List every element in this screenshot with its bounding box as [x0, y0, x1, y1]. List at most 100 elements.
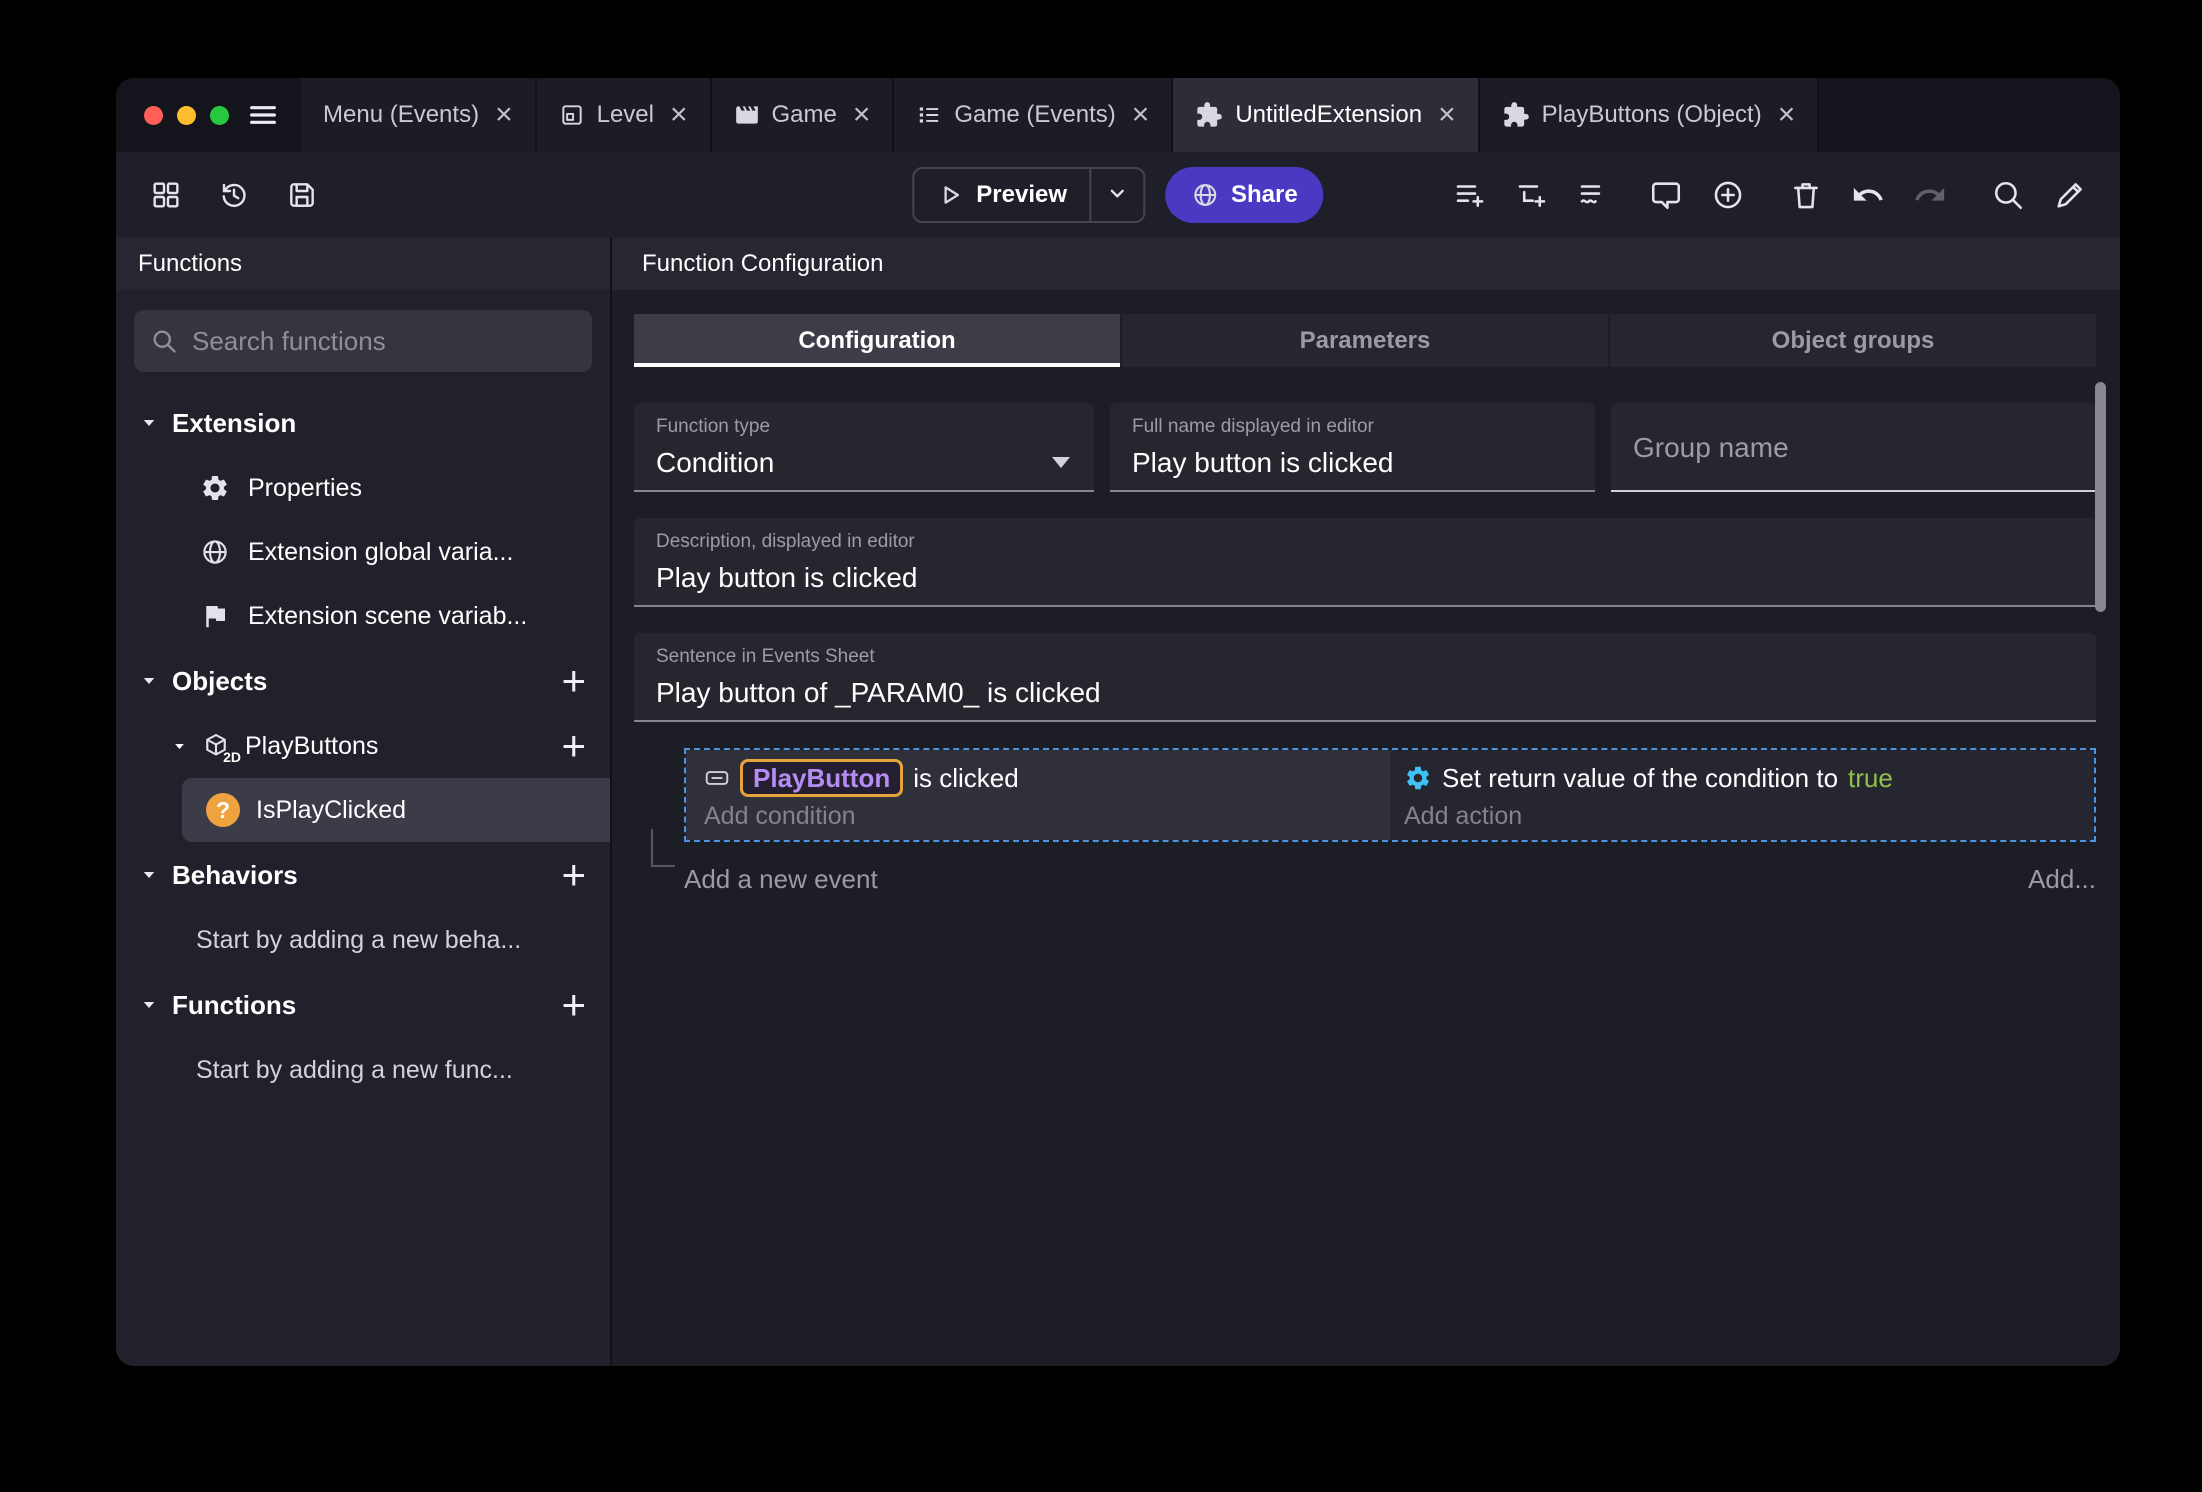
history-icon[interactable] [212, 173, 256, 217]
add-more-button[interactable]: Add... [2028, 864, 2096, 895]
item-label: Extension global varia... [248, 537, 514, 566]
sidebar-item-playbuttons[interactable]: 2D PlayButtons + [116, 714, 610, 778]
field-label: Sentence in Events Sheet [656, 646, 875, 667]
chevron-down-icon[interactable] [140, 996, 158, 1014]
share-label: Share [1231, 181, 1298, 208]
full-name-field[interactable]: Full name displayed in editor Play butto… [1110, 403, 1595, 492]
section-functions[interactable]: Functions + [116, 972, 610, 1038]
field-value: Play button is clicked [656, 562, 918, 593]
add-subevent-icon[interactable] [1510, 173, 1554, 217]
sidebar-header: Functions [116, 238, 610, 290]
section-label: Objects [172, 665, 268, 696]
close-icon[interactable]: × [1132, 100, 1150, 130]
add-circle-icon[interactable] [1706, 173, 1750, 217]
search-functions-box[interactable] [134, 310, 592, 372]
preview-button[interactable]: Preview [912, 167, 1146, 223]
add-object-button[interactable]: + [561, 660, 586, 702]
add-object-function-button[interactable]: + [561, 725, 586, 767]
add-comment-icon[interactable] [1644, 173, 1688, 217]
editor-tabs: Menu (Events) × Level × Game × Game (Eve… [301, 78, 1820, 152]
item-label: Extension scene variab... [248, 601, 528, 630]
tab-configuration[interactable]: Configuration [634, 314, 1122, 367]
save-icon[interactable] [280, 173, 324, 217]
globe-icon [200, 537, 230, 567]
selected-event[interactable]: PlayButton is clicked Add condition Set … [684, 748, 2096, 842]
magic-pen-icon[interactable] [2048, 173, 2092, 217]
section-behaviors[interactable]: Behaviors + [116, 842, 610, 908]
close-icon[interactable]: × [853, 100, 871, 130]
sentence-field[interactable]: Sentence in Events Sheet Play button of … [634, 633, 2096, 722]
project-manager-icon[interactable] [144, 173, 188, 217]
sidebar-item-global-variables[interactable]: Extension global varia... [116, 520, 610, 584]
search-functions-input[interactable] [192, 325, 576, 357]
close-window-button[interactable] [144, 105, 163, 125]
empty-label: Start by adding a new func... [196, 1055, 513, 1084]
sidebar-item-isplayclicked[interactable]: ? IsPlayClicked [182, 778, 610, 842]
event-indent-guide [651, 829, 675, 867]
event-actions[interactable]: Set return value of the condition to tru… [1390, 750, 2094, 840]
movie-icon [734, 102, 760, 128]
vertical-scrollbar[interactable] [2095, 382, 2106, 612]
sidebar-item-scene-variables[interactable]: Extension scene variab... [116, 584, 610, 648]
event-conditions[interactable]: PlayButton is clicked Add condition [686, 750, 1390, 840]
field-placeholder: Group name [1633, 431, 1789, 463]
object-2d-icon: 2D [201, 731, 241, 765]
tab-menu-events[interactable]: Menu (Events) × [301, 78, 537, 152]
trash-icon[interactable] [1784, 173, 1828, 217]
add-condition-link[interactable]: Add condition [704, 802, 856, 831]
undo-icon[interactable] [1846, 173, 1890, 217]
functions-empty-state[interactable]: Start by adding a new func... [116, 1038, 610, 1102]
tab-playbuttons-object[interactable]: PlayButtons (Object) × [1479, 78, 1820, 152]
field-label: Description, displayed in editor [656, 531, 915, 552]
chevron-down-icon[interactable] [140, 414, 158, 432]
behaviors-empty-state[interactable]: Start by adding a new beha... [116, 908, 610, 972]
share-button[interactable]: Share [1165, 167, 1324, 223]
close-icon[interactable]: × [670, 100, 688, 130]
tab-parameters[interactable]: Parameters [1122, 314, 1610, 367]
condition-object-chip[interactable]: PlayButton [740, 758, 904, 798]
tab-game-events[interactable]: Game (Events) × [894, 78, 1174, 152]
tab-untitled-extension[interactable]: UntitledExtension × [1173, 78, 1480, 152]
search-icon[interactable] [1986, 173, 2030, 217]
add-action-link[interactable]: Add action [1404, 802, 1522, 831]
item-label: PlayButtons [245, 731, 379, 760]
close-icon[interactable]: × [495, 100, 513, 130]
section-objects[interactable]: Objects + [116, 648, 610, 714]
chevron-down-icon[interactable] [172, 732, 187, 761]
description-field[interactable]: Description, displayed in editor Play bu… [634, 518, 2096, 607]
add-new-event-link[interactable]: Add a new event [684, 864, 878, 895]
zoom-window-button[interactable] [210, 105, 229, 125]
events-sheet: PlayButton is clicked Add condition Set … [634, 748, 2096, 900]
add-behavior-button[interactable]: + [561, 854, 586, 896]
sidebar-item-properties[interactable]: Properties [116, 456, 610, 520]
play-icon [936, 181, 964, 209]
close-icon[interactable]: × [1438, 100, 1456, 130]
tab-level[interactable]: Level × [536, 78, 712, 152]
function-configuration-panel: Function Configuration Configuration Par… [612, 238, 2120, 1366]
section-extension[interactable]: Extension [116, 390, 610, 456]
tab-game[interactable]: Game × [711, 78, 895, 152]
minimize-window-button[interactable] [177, 105, 196, 125]
preview-label: Preview [976, 181, 1068, 208]
preview-options-button[interactable] [1089, 169, 1143, 221]
redo-icon[interactable] [1908, 173, 1952, 217]
main-menu-icon[interactable] [247, 78, 279, 152]
section-label: Behaviors [172, 859, 298, 890]
chevron-down-icon[interactable] [140, 672, 158, 690]
search-icon [150, 327, 178, 355]
tab-label: Configuration [798, 326, 956, 354]
add-function-button[interactable]: + [561, 984, 586, 1026]
close-icon[interactable]: × [1778, 100, 1796, 130]
add-other-events-icon[interactable] [1572, 173, 1616, 217]
add-event-icon[interactable] [1448, 173, 1492, 217]
tab-label: Menu (Events) [323, 101, 480, 128]
function-type-select[interactable]: Function type Condition [634, 403, 1094, 492]
group-name-field[interactable]: Group name [1611, 403, 2096, 492]
field-value: Play button is clicked [1132, 447, 1394, 478]
tab-label: Level [596, 101, 654, 128]
button-widget-icon [704, 765, 730, 791]
main-title: Function Configuration [642, 250, 884, 277]
action-value: true [1848, 762, 1893, 793]
chevron-down-icon[interactable] [140, 866, 158, 884]
tab-object-groups[interactable]: Object groups [1610, 314, 2096, 367]
